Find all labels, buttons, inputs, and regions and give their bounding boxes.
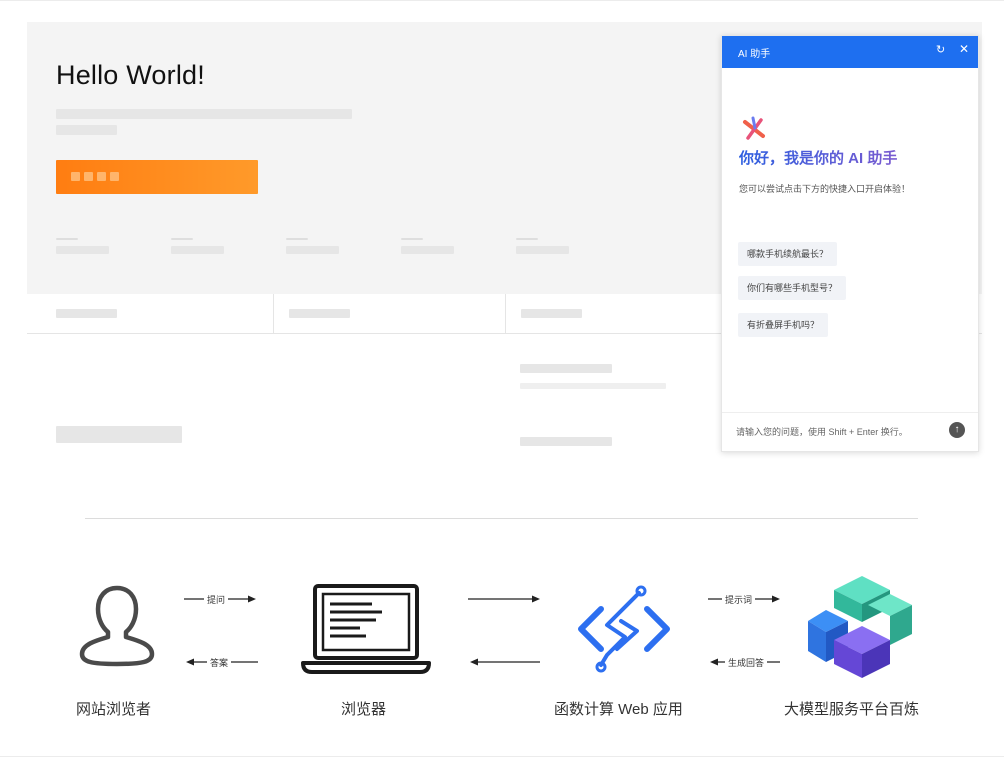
arrow-label-prompt: 提示词 xyxy=(722,593,756,606)
cta-placeholder-dot xyxy=(71,172,80,181)
frame-bottom-border xyxy=(0,756,1004,757)
refresh-icon[interactable]: ↻ xyxy=(936,43,945,56)
chat-header: AI 助手 ↻ ✕ xyxy=(722,36,978,68)
skeleton-stat-tick xyxy=(56,238,78,240)
suggestion-chip[interactable]: 有折叠屏手机吗？ xyxy=(738,313,829,337)
skeleton-line xyxy=(56,109,352,119)
grid-divider xyxy=(273,294,274,334)
send-icon[interactable]: ↑ xyxy=(949,422,965,438)
close-icon[interactable]: ✕ xyxy=(959,42,969,56)
suggestion-chip[interactable]: 你们有哪些手机型号？ xyxy=(738,276,847,300)
skeleton-stat-tick xyxy=(516,238,538,240)
skeleton-stat xyxy=(171,246,224,254)
chat-greeting: 你好，我是你的 AI 助手 xyxy=(739,147,897,168)
laptop-icon xyxy=(301,584,431,674)
arrow-label-ask: 提问 xyxy=(204,593,229,606)
cta-placeholder-dot xyxy=(97,172,106,181)
cta-placeholder-dot xyxy=(84,172,93,181)
user-icon xyxy=(79,585,155,667)
skeleton-stat-tick xyxy=(401,238,423,240)
assistant-logo-icon xyxy=(743,116,765,140)
model-cube-icon xyxy=(808,576,912,678)
skeleton-tab xyxy=(289,309,350,318)
node-label-visitor: 网站浏览者 xyxy=(76,701,152,718)
skeleton-stat xyxy=(56,246,109,254)
arrow-label-generate: 生成回答 xyxy=(725,656,768,669)
chat-title: AI 助手 xyxy=(738,49,771,60)
chat-input-divider xyxy=(722,412,978,413)
cta-placeholder-dot xyxy=(110,172,119,181)
node-label-bailian: 大模型服务平台百炼 xyxy=(784,701,920,718)
hero-title: Hello World! xyxy=(56,60,205,90)
skeleton-stat xyxy=(401,246,454,254)
chat-subtitle: 您可以尝试点击下方的快捷入口开启体验！ xyxy=(739,184,911,194)
section-divider xyxy=(85,518,918,519)
grid-divider xyxy=(505,294,506,334)
skeleton-tab xyxy=(56,309,117,318)
skeleton-stat xyxy=(516,246,569,254)
function-compute-icon xyxy=(578,585,670,673)
hero-cta-button[interactable] xyxy=(56,160,258,194)
frame-top-border xyxy=(0,0,1004,1)
node-label-function-compute: 函数计算 Web 应用 xyxy=(554,701,683,718)
skeleton-line xyxy=(520,437,612,446)
skeleton-tab xyxy=(521,309,582,318)
chat-input[interactable] xyxy=(734,423,938,441)
arrow-pair xyxy=(468,595,540,666)
ai-assistant-panel: AI 助手 ↻ ✕ 你好，我是你的 AI 助手 您可以尝试点击下方的快捷入口开启… xyxy=(721,35,979,452)
skeleton-line xyxy=(520,364,612,373)
node-label-browser: 浏览器 xyxy=(341,701,387,718)
skeleton-stat-tick xyxy=(171,238,193,240)
skeleton-stat-tick xyxy=(286,238,308,240)
suggestion-chip[interactable]: 哪款手机续航最长？ xyxy=(738,242,838,266)
skeleton-line xyxy=(520,383,666,389)
skeleton-stat xyxy=(286,246,339,254)
arrow-label-answer: 答案 xyxy=(207,656,232,669)
skeleton-block xyxy=(56,426,182,443)
skeleton-line xyxy=(56,125,117,135)
